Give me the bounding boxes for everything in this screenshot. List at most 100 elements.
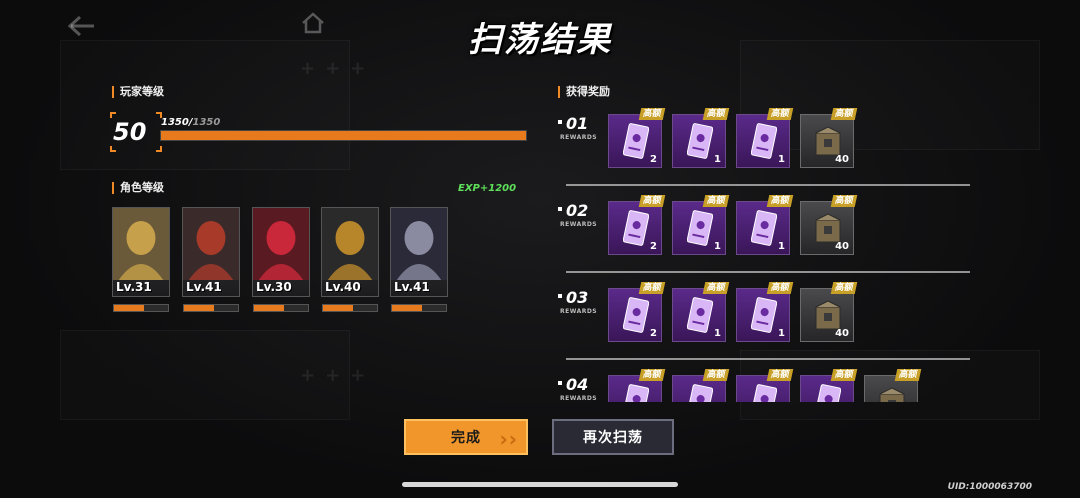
reward-item[interactable]: 高额 40 — [800, 108, 858, 168]
character-exp-bar — [322, 304, 378, 312]
reward-item[interactable]: 高额 2 — [608, 195, 666, 255]
ticket-icon — [623, 384, 649, 402]
exp-current: 1350 — [161, 117, 189, 128]
reward-item-count: 1 — [778, 328, 785, 339]
reward-item[interactable]: 高额 40 — [800, 195, 858, 255]
character-exp-bar — [253, 304, 309, 312]
sweep-again-label: 再次扫荡 — [583, 430, 643, 446]
exp-max: 1350 — [192, 117, 221, 128]
character-portrait — [183, 208, 239, 280]
done-button-label: 完成 — [451, 430, 481, 446]
reward-item[interactable]: 高额 2 — [608, 282, 666, 342]
reward-item-count: 40 — [835, 328, 849, 339]
high-amount-badge: 高额 — [638, 195, 666, 207]
ticket-icon — [751, 384, 777, 402]
character-portrait — [253, 208, 309, 280]
ticket-icon — [687, 384, 713, 402]
reward-row-number: 04 — [566, 375, 589, 394]
reward-item-count: 1 — [714, 328, 721, 339]
row-separator — [566, 271, 970, 273]
high-amount-badge: 高额 — [702, 195, 730, 207]
high-amount-badge: 高额 — [830, 369, 858, 381]
character-card: Lv.41 — [390, 207, 448, 297]
high-amount-badge: 高额 — [766, 369, 794, 381]
reward-item[interactable]: 高额 1 — [672, 108, 730, 168]
player-exp-fill — [161, 131, 526, 140]
reward-row-sub: REWARDS — [560, 395, 598, 402]
reward-item-count: 1 — [714, 154, 721, 165]
reward-row: 03 REWARDS 高额 2 高额 1 高额 1 高额 40 — [556, 282, 976, 368]
character-card: Lv.40 — [321, 207, 379, 297]
row-bullet — [558, 207, 562, 211]
reward-item[interactable]: 高额 — [864, 369, 922, 402]
player-level-label: 玩家等级 — [112, 86, 164, 98]
reward-item[interactable]: 高额 1 — [736, 108, 794, 168]
reward-item[interactable]: 高额 1 — [672, 195, 730, 255]
reward-row-number: 01 — [566, 114, 589, 133]
high-amount-badge: 高额 — [894, 369, 922, 381]
ticket-icon — [623, 210, 649, 246]
high-amount-badge: 高额 — [766, 108, 794, 120]
character-card: Lv.30 — [252, 207, 310, 297]
reward-item[interactable]: 高额 — [608, 369, 666, 402]
reward-item[interactable]: 高额 — [800, 369, 858, 402]
ticket-icon — [687, 210, 713, 246]
character-level-label: 角色等级 — [112, 182, 164, 194]
reward-item-count: 1 — [778, 241, 785, 252]
reward-item[interactable]: 高额 — [736, 369, 794, 402]
done-button[interactable]: 完成 ›› — [404, 419, 528, 455]
reward-row: 02 REWARDS 高额 2 高额 1 高额 1 高额 40 — [556, 195, 976, 281]
character-exp-bar — [113, 304, 169, 312]
high-amount-badge: 高额 — [702, 108, 730, 120]
character-level: Lv.41 — [186, 280, 222, 294]
high-amount-badge: 高额 — [830, 282, 858, 294]
ticket-icon — [623, 297, 649, 333]
character-exp-fill — [184, 305, 214, 311]
character-exp-bar — [183, 304, 239, 312]
reward-item-count: 40 — [835, 241, 849, 252]
reward-row: 04 REWARDS 高额 高额 高额 高额 高额 — [556, 369, 976, 402]
character-level: Lv.41 — [394, 280, 430, 294]
high-amount-badge: 高额 — [638, 108, 666, 120]
reward-item-count: 2 — [650, 241, 657, 252]
chevron-right-icon: ›› — [499, 427, 518, 451]
row-bullet — [558, 381, 562, 385]
high-amount-badge: 高额 — [638, 282, 666, 294]
home-indicator[interactable] — [402, 482, 678, 487]
ticket-icon — [815, 384, 841, 402]
ticket-icon — [687, 297, 713, 333]
ticket-icon — [751, 210, 777, 246]
rewards-list[interactable]: 01 REWARDS 高额 2 高额 1 高额 1 高额 40 02 REWARDS 高额 2 高额 1 高额 1… — [556, 108, 976, 402]
reward-item-count: 1 — [714, 241, 721, 252]
reward-item-count: 1 — [778, 154, 785, 165]
reward-item[interactable]: 高额 40 — [800, 282, 858, 342]
reward-item[interactable]: 高额 — [672, 369, 730, 402]
reward-row-number: 03 — [566, 288, 589, 307]
reward-item[interactable]: 高额 1 — [672, 282, 730, 342]
character-portrait — [113, 208, 169, 280]
sweep-again-button[interactable]: 再次扫荡 — [552, 419, 674, 455]
high-amount-badge: 高额 — [702, 369, 730, 381]
ticket-icon — [751, 297, 777, 333]
high-amount-badge: 高额 — [830, 108, 858, 120]
character-exp-fill — [392, 305, 422, 311]
reward-item[interactable]: 高额 1 — [736, 282, 794, 342]
character-portrait — [322, 208, 378, 280]
reward-item[interactable]: 高额 1 — [736, 195, 794, 255]
character-card: Lv.31 — [112, 207, 170, 297]
character-portrait — [391, 208, 447, 280]
ticket-icon — [623, 123, 649, 159]
rewards-label: 获得奖励 — [558, 86, 610, 98]
character-card: Lv.41 — [182, 207, 240, 297]
character-level: Lv.31 — [116, 280, 152, 294]
character-exp-bar — [391, 304, 447, 312]
character-exp-fill — [114, 305, 144, 311]
player-exp-text: 1350/1350 — [161, 117, 221, 128]
high-amount-badge: 高额 — [830, 195, 858, 207]
row-separator — [566, 358, 970, 360]
high-amount-badge: 高额 — [638, 369, 666, 381]
exp-gain-text: EXP+1200 — [458, 183, 517, 194]
ticket-icon — [687, 123, 713, 159]
uid-text: UID:1000063700 — [947, 482, 1032, 492]
reward-item[interactable]: 高额 2 — [608, 108, 666, 168]
